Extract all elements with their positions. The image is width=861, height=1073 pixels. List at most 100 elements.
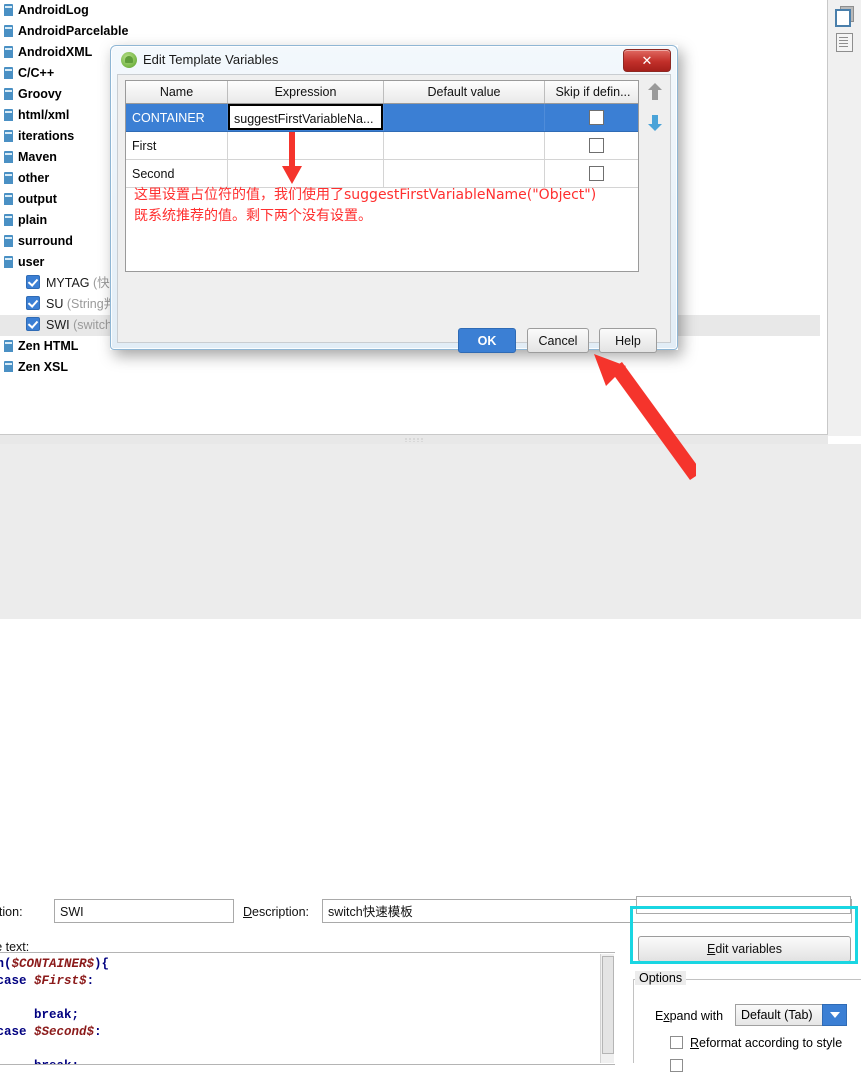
checkbox-icon[interactable] [588, 138, 604, 154]
folder-icon [4, 67, 13, 79]
tree-group-label: output [18, 192, 57, 206]
document-icon-line [839, 46, 848, 47]
arrow-up-shape [645, 81, 665, 103]
checkbox-icon[interactable] [670, 1036, 683, 1049]
variables-table-container[interactable]: Name Expression Default value Skip if de… [125, 80, 639, 272]
tree-group-label: Zen HTML [18, 339, 79, 353]
scrollbar-thumb[interactable] [602, 956, 614, 1054]
options-legend: Options [635, 971, 687, 985]
right-toolbar-strip [827, 0, 861, 436]
tree-item-label: MYTAG [46, 276, 90, 290]
variables-table[interactable]: Name Expression Default value Skip if de… [126, 81, 638, 188]
column-header-name[interactable]: Name [126, 81, 228, 104]
table-row[interactable]: First [126, 131, 638, 160]
tree-item-label: SWI [46, 318, 70, 332]
close-icon[interactable]: ✕ [623, 49, 671, 72]
chevron-down-icon[interactable] [822, 1004, 847, 1026]
cell-default-value[interactable] [383, 159, 545, 188]
edit-variables-field[interactable] [636, 896, 851, 914]
edit-variables-button[interactable]: Edit variables [638, 936, 851, 962]
checkbox-icon[interactable] [26, 275, 40, 289]
cancel-button[interactable]: Cancel [527, 328, 589, 353]
tree-group-label: AndroidLog [18, 3, 89, 17]
table-header-row: Name Expression Default value Skip if de… [126, 81, 638, 104]
tree-group-row[interactable]: Zen XSL [0, 357, 820, 372]
checkbox-icon[interactable] [26, 296, 40, 310]
folder-icon [4, 256, 13, 268]
tree-group-label: Maven [18, 150, 57, 164]
column-header-expression[interactable]: Expression [227, 81, 384, 104]
cell-expression[interactable]: suggestFirstVariableNa... [227, 103, 384, 132]
tree-group-row[interactable]: AndroidParcelable [0, 21, 820, 42]
copy-icon-front [835, 9, 851, 27]
cell-name[interactable]: CONTAINER [126, 103, 228, 132]
reformat-mnemonic: R [690, 1036, 700, 1050]
table-row[interactable]: CONTAINER suggestFirstVariableNa... [126, 103, 638, 132]
reformat-option-row[interactable]: Reformat according to style [670, 1036, 842, 1050]
abbreviation-label: eviation: [0, 905, 23, 919]
document-icon[interactable] [835, 32, 854, 52]
code-editor-scrollbar[interactable] [600, 954, 614, 1063]
document-icon-line [839, 43, 848, 44]
folder-icon [4, 193, 13, 205]
arrow-up-icon[interactable] [645, 81, 665, 103]
dialog-title: Edit Template Variables [143, 52, 279, 67]
checkbox-icon[interactable] [670, 1059, 683, 1072]
code-content: ch($CONTAINER$){ case $First$: break; ca… [0, 957, 110, 1064]
cell-skip[interactable] [544, 103, 638, 132]
cell-name[interactable]: Second [126, 159, 228, 188]
cell-default-value[interactable] [383, 131, 545, 160]
cell-skip[interactable] [544, 159, 638, 188]
column-header-skip[interactable]: Skip if defin... [544, 81, 638, 104]
table-row[interactable]: Second [126, 159, 638, 188]
edit-template-variables-dialog: Edit Template Variables ✕ Name Expressio… [110, 45, 678, 353]
dialog-frame: Edit Template Variables ✕ Name Expressio… [110, 45, 678, 353]
help-button[interactable]: Help [599, 328, 657, 353]
folder-icon [4, 172, 13, 184]
folder-icon [4, 214, 13, 226]
column-header-default-value[interactable]: Default value [383, 81, 545, 104]
abbreviation-input[interactable]: SWI [54, 899, 234, 923]
dialog-titlebar[interactable]: Edit Template Variables ✕ [111, 46, 677, 74]
tree-group-label: C/C++ [18, 66, 55, 80]
checkbox-icon[interactable] [588, 166, 604, 182]
edit-variables-label: dit variables [715, 942, 783, 956]
tree-group-label: iterations [18, 129, 75, 143]
cell-expression[interactable] [227, 159, 384, 188]
caret-shape [829, 1012, 840, 1018]
tree-group-label: other [18, 171, 50, 185]
folder-icon [4, 151, 13, 163]
tree-group-label: Groovy [18, 87, 62, 101]
folder-icon [4, 130, 13, 142]
expand-with-label-b: pand with [669, 1009, 724, 1023]
template-text-editor[interactable]: ch($CONTAINER$){ case $First$: break; ca… [0, 952, 615, 1065]
cell-expression[interactable] [227, 131, 384, 160]
folder-icon [4, 46, 13, 58]
tree-group-label: AndroidParcelable [18, 24, 129, 38]
expand-with-select[interactable]: Default (Tab) [735, 1004, 825, 1026]
expand-with-label: Expand with [655, 1009, 723, 1023]
arrow-down-head [648, 124, 662, 131]
splitter-grip-icon[interactable] [405, 438, 423, 442]
cell-default-value[interactable] [383, 103, 545, 132]
tree-group-label: user [18, 255, 45, 269]
copy-icon[interactable] [835, 6, 854, 27]
description-label-mnemonic: D [243, 905, 253, 919]
folder-icon [4, 88, 13, 100]
tree-item-label: SU [46, 297, 64, 311]
ok-button[interactable]: OK [458, 328, 516, 353]
cell-name[interactable]: First [126, 131, 228, 160]
folder-icon [4, 25, 13, 37]
arrow-down-icon[interactable] [645, 111, 665, 133]
partial-option-row[interactable] [670, 1059, 690, 1073]
tree-group-label: surround [18, 234, 73, 248]
checkbox-icon[interactable] [588, 110, 604, 126]
document-icon-line [839, 40, 848, 41]
folder-icon [4, 235, 13, 247]
description-label-rest: escription: [252, 905, 310, 919]
tree-group-label: plain [18, 213, 48, 227]
cell-skip[interactable] [544, 131, 638, 160]
checkbox-icon[interactable] [26, 317, 40, 331]
tree-group-row[interactable]: AndroidLog [0, 0, 820, 21]
expression-editor-input[interactable]: suggestFirstVariableNa... [228, 104, 383, 130]
